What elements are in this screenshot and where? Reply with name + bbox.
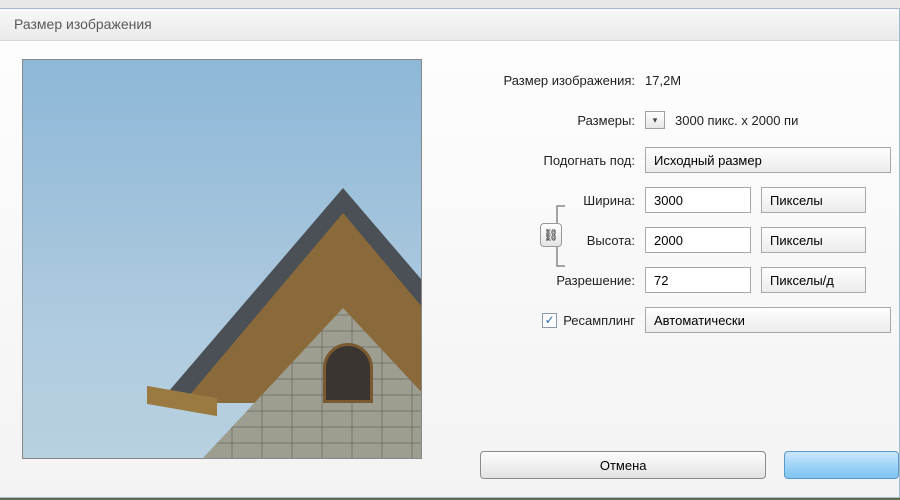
resolution-label: Разрешение: [450,273,645,288]
height-unit-value: Пикселы [770,233,823,248]
fit-to-label: Подогнать под: [450,153,645,168]
resample-checkbox[interactable]: ✓ [542,313,557,328]
image-preview [22,59,422,459]
width-input[interactable] [645,187,751,213]
resample-mode-select[interactable]: Автоматически [645,307,891,333]
height-input[interactable] [645,227,751,253]
dialog-title: Размер изображения [0,9,899,41]
width-unit-value: Пикселы [770,193,823,208]
image-size-label: Размер изображения: [450,73,645,88]
resolution-unit-value: Пикселы/д [770,273,834,288]
height-unit-select[interactable]: Пикселы [761,227,866,253]
resolution-input[interactable] [645,267,751,293]
dimensions-value: 3000 пикс. x 2000 пи [675,113,798,128]
dimensions-label: Размеры: [450,113,645,128]
primary-action-button[interactable] [784,451,899,479]
dimensions-units-dropdown[interactable]: ▾ [645,111,665,129]
image-size-dialog: Размер изображения Размер изображения: 1… [0,8,900,498]
constrain-proportions-button[interactable]: ⛓ [540,223,562,247]
resolution-unit-select[interactable]: Пикселы/д [761,267,866,293]
resample-mode-value: Автоматически [654,313,745,328]
width-unit-select[interactable]: Пикселы [761,187,866,213]
width-label: Ширина: [450,193,645,208]
fit-to-value: Исходный размер [654,153,762,168]
cancel-button[interactable]: Отмена [480,451,766,479]
fit-to-select[interactable]: Исходный размер [645,147,891,173]
image-size-value: 17,2M [645,73,681,88]
resample-label: Ресамплинг [563,313,635,328]
chain-link-icon: ⛓ [543,228,558,242]
